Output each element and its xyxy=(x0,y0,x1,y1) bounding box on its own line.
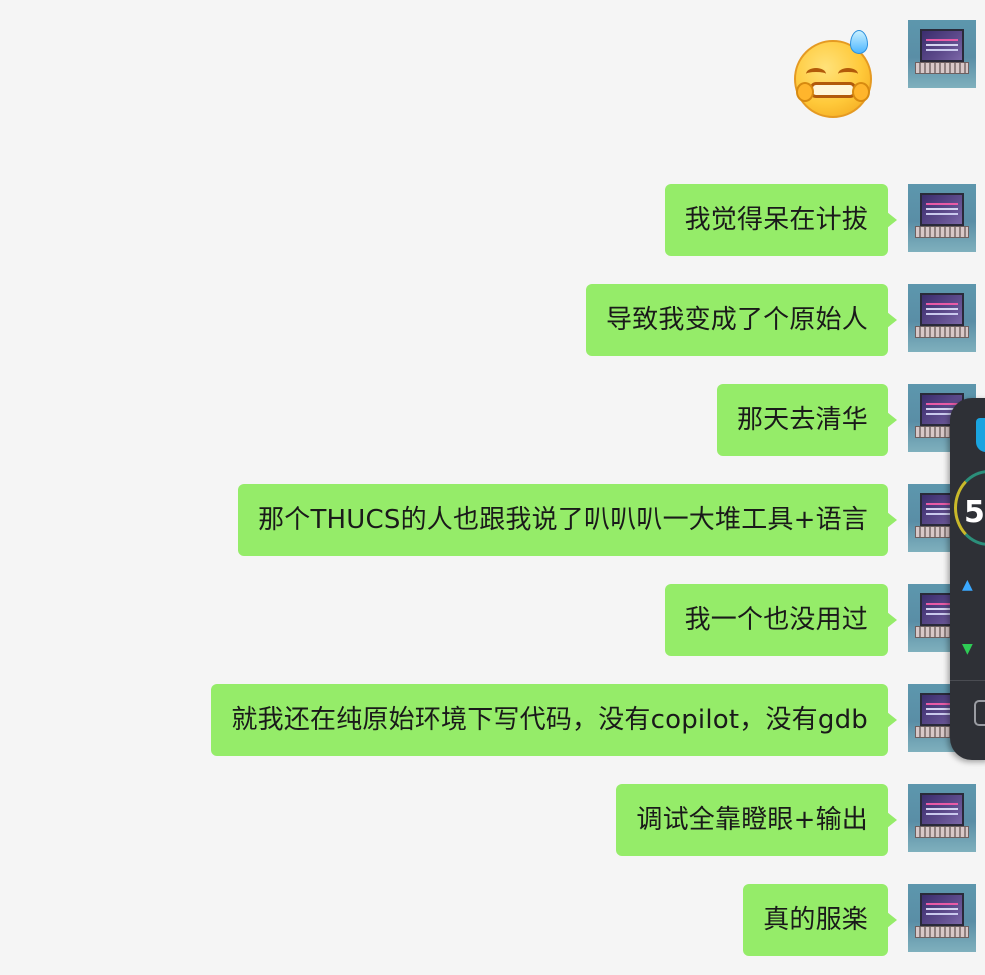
avatar[interactable] xyxy=(908,784,976,852)
laptop-keyboard-icon xyxy=(915,926,969,938)
laptop-screen-icon xyxy=(920,793,964,826)
emoji-hand-left xyxy=(796,82,814,102)
laptop-screen-icon xyxy=(920,193,964,226)
message-bubble[interactable]: 那个THUCS的人也跟我说了叭叭叭一大堆工具+语言 xyxy=(238,484,897,556)
avatar[interactable] xyxy=(908,284,976,352)
message-bubble[interactable]: 就我还在纯原始环境下写代码，没有copilot，没有gdb xyxy=(211,684,897,756)
laptop-keyboard-icon xyxy=(915,226,969,238)
laptop-keyboard-icon xyxy=(915,326,969,338)
laptop-keyboard-icon xyxy=(915,62,969,74)
sweat-smile-emoji-icon[interactable] xyxy=(794,30,874,118)
emoji-eye-right xyxy=(838,68,858,80)
up-arrow-icon: ▲ xyxy=(962,577,973,593)
message-row: 我觉得呆在计拔 xyxy=(664,184,976,256)
laptop-keyboard-icon xyxy=(915,826,969,838)
laptop-screen-icon xyxy=(920,893,964,926)
message-bubble[interactable]: 真的服楽 xyxy=(743,884,897,956)
sticker-message xyxy=(794,20,976,118)
laptop-screen-icon xyxy=(920,293,964,326)
message-row: 导致我变成了个原始人 xyxy=(585,284,976,356)
emoji-mouth xyxy=(810,82,856,98)
message-row: 就我还在纯原始环境下写代码，没有copilot，没有gdb xyxy=(211,684,976,756)
message-row: 真的服楽 xyxy=(743,884,976,956)
message-bubble[interactable]: 导致我变成了个原始人 xyxy=(585,284,898,356)
sweat-drop-icon xyxy=(850,30,868,54)
emoji-hand-right xyxy=(852,82,870,102)
message-bubble[interactable]: 我一个也没用过 xyxy=(664,584,898,656)
message-row: 我一个也没用过 xyxy=(664,584,976,656)
message-row: 那天去清华 xyxy=(716,384,976,456)
laptop-screen-icon xyxy=(920,29,964,62)
avatar[interactable] xyxy=(908,20,976,88)
message-row: 那个THUCS的人也跟我说了叭叭叭一大堆工具+语言 xyxy=(238,484,976,556)
down-arrow-icon: ▼ xyxy=(962,641,973,657)
message-bubble[interactable]: 那天去清华 xyxy=(716,384,898,456)
message-row: 调试全靠瞪眼+输出 xyxy=(616,784,976,856)
emoji-eye-left xyxy=(806,68,826,80)
avatar[interactable] xyxy=(908,884,976,952)
network-monitor-widget[interactable]: 5 ▲ ▼ xyxy=(950,398,985,760)
box-icon[interactable] xyxy=(974,700,985,726)
message-bubble[interactable]: 调试全靠瞪眼+输出 xyxy=(616,784,897,856)
shield-icon xyxy=(976,418,985,452)
avatar[interactable] xyxy=(908,184,976,252)
divider xyxy=(950,680,985,681)
chat-area: 我觉得呆在计拔 导致我变成了个原始人 那天去清华 那个THUCS的人也跟我说了叭… xyxy=(0,0,985,975)
message-bubble[interactable]: 我觉得呆在计拔 xyxy=(664,184,898,256)
gauge-value: 5 xyxy=(964,495,985,530)
